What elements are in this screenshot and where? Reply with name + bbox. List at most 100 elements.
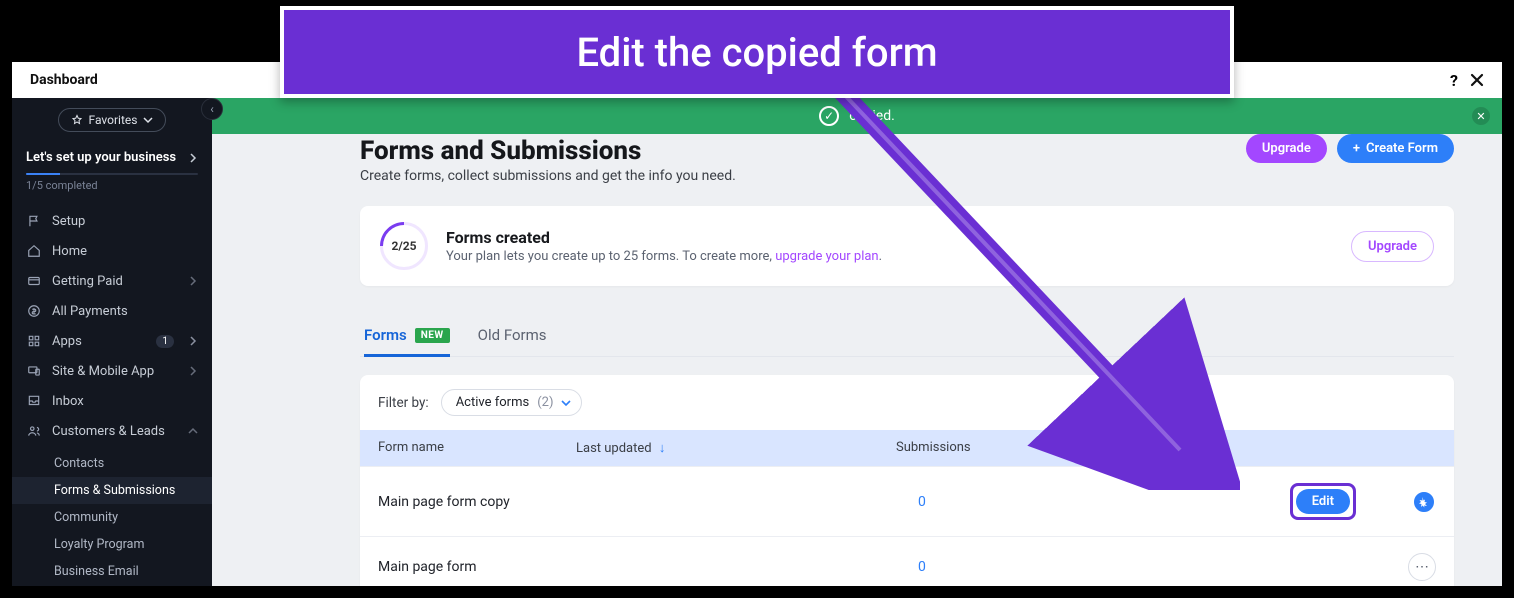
chevron-down-icon: [561, 398, 571, 408]
page-subtitle: Create forms, collect submissions and ge…: [360, 168, 736, 184]
sub-community[interactable]: Community: [12, 504, 212, 531]
setup-banner-title: Let's set up your business: [26, 150, 176, 165]
filter-value: Active forms: [456, 395, 529, 410]
chevron-right-icon: [188, 366, 198, 376]
success-toast: ✓ copied. ✕: [212, 98, 1502, 134]
topbar-title: Dashboard: [30, 72, 98, 88]
nav-label: Customers & Leads: [52, 424, 165, 439]
filter-count: (2): [537, 395, 553, 410]
check-icon: ✓: [819, 106, 839, 126]
chevron-up-icon: [188, 426, 198, 436]
dollar-icon: [26, 303, 42, 319]
sub-loyalty[interactable]: Loyalty Program: [12, 531, 212, 558]
quota-ratio: 2/25: [391, 239, 416, 253]
row-form-name: Main page form: [378, 559, 598, 575]
sub-contacts[interactable]: Contacts: [12, 450, 212, 477]
upgrade-plan-link[interactable]: upgrade your plan: [775, 249, 878, 264]
nav-inbox[interactable]: Inbox: [12, 386, 212, 416]
table-row[interactable]: Main page form copy0Edit: [360, 466, 1454, 536]
content: ✓ copied. ✕ Forms and Submissions Create…: [212, 98, 1502, 586]
quota-sub-prefix: Your plan lets you create up to 25 forms…: [446, 249, 775, 264]
edit-button-highlight: Edit: [1290, 483, 1356, 520]
nav-home[interactable]: Home: [12, 236, 212, 266]
col-last-updated[interactable]: Last updated ↓: [576, 440, 896, 456]
users-icon: [26, 423, 42, 439]
nav-customers-submenu: Contacts Forms & Submissions Community L…: [12, 450, 212, 585]
tab-old-forms-label: Old Forms: [478, 326, 547, 344]
sub-business-email[interactable]: Business Email: [12, 558, 212, 585]
chevron-right-icon: [188, 153, 198, 163]
table-row[interactable]: Main page form 0 ⋯: [360, 536, 1454, 586]
chevron-right-icon: [188, 336, 198, 346]
nav-list: Setup Home Getting Paid All Payments: [12, 202, 212, 450]
app-frame: Dashboard ? ‹ Favorites Let's set up you…: [12, 62, 1502, 586]
star-icon: [71, 114, 83, 126]
create-form-label: Create Form: [1366, 141, 1438, 156]
help-icon[interactable]: ?: [1450, 71, 1458, 90]
annotation-banner: Edit the copied form: [280, 6, 1234, 98]
row-more-cell: [1356, 490, 1436, 514]
nav-all-payments[interactable]: All Payments: [12, 296, 212, 326]
row-submissions[interactable]: 0: [918, 559, 1196, 575]
filter-label: Filter by:: [378, 395, 429, 411]
devices-icon: [26, 363, 42, 379]
chevron-right-icon: [188, 276, 198, 286]
upgrade-button[interactable]: Upgrade: [1246, 134, 1327, 163]
table-header: Form name Last updated ↓ Submissions: [360, 430, 1454, 466]
tab-forms-label: Forms: [364, 326, 407, 344]
col-submissions[interactable]: Submissions: [896, 440, 1196, 456]
edit-button[interactable]: Edit: [1296, 489, 1350, 514]
nav-site-mobile[interactable]: Site & Mobile App: [12, 356, 212, 386]
quota-subtitle: Your plan lets you create up to 25 forms…: [446, 249, 882, 264]
home-icon: [26, 243, 42, 259]
nav-label: All Payments: [52, 304, 128, 319]
inbox-icon: [26, 393, 42, 409]
nav-customers-leads[interactable]: Customers & Leads: [12, 416, 212, 446]
page-title: Forms and Submissions: [360, 136, 736, 166]
new-badge: NEW: [415, 328, 450, 343]
toast-close-button[interactable]: ✕: [1472, 107, 1490, 125]
filter-select[interactable]: Active forms (2): [441, 389, 583, 416]
setup-progress-text: 1/5 completed: [12, 179, 212, 202]
nav-label: Inbox: [52, 394, 84, 409]
quota-upgrade-button[interactable]: Upgrade: [1351, 231, 1434, 262]
tabs: Forms NEW Old Forms: [360, 316, 1454, 357]
nav-getting-paid[interactable]: Getting Paid: [12, 266, 212, 296]
nav-label: Home: [52, 244, 87, 259]
nav-apps[interactable]: Apps 1: [12, 326, 212, 356]
close-icon[interactable]: [1470, 73, 1484, 87]
create-form-button[interactable]: + Create Form: [1337, 134, 1454, 163]
tab-forms[interactable]: Forms NEW: [364, 316, 450, 357]
apps-icon: [26, 333, 42, 349]
row-more-cell: ⋯: [1356, 553, 1436, 581]
toast-text: copied.: [849, 108, 895, 124]
sub-forms-submissions[interactable]: Forms & Submissions: [12, 477, 212, 504]
quota-card: 2/25 Forms created Your plan lets you cr…: [360, 206, 1454, 286]
quota-title: Forms created: [446, 228, 882, 247]
col-form-name[interactable]: Form name: [378, 440, 576, 456]
col-last-updated-label: Last updated: [576, 441, 652, 456]
card-icon: [26, 273, 42, 289]
nav-label: Apps: [52, 334, 82, 349]
setup-progress-bar: [26, 173, 198, 175]
setup-banner[interactable]: Let's set up your business: [12, 140, 212, 169]
cursor-indicator: [1412, 490, 1436, 514]
tab-old-forms[interactable]: Old Forms: [478, 316, 547, 357]
plus-icon: +: [1353, 141, 1360, 156]
filter-row: Filter by: Active forms (2): [360, 375, 1454, 430]
nav-setup[interactable]: Setup: [12, 206, 212, 236]
sidebar-collapse-button[interactable]: ‹: [201, 98, 223, 120]
forms-table: Filter by: Active forms (2) Form name La…: [360, 375, 1454, 586]
row-submissions[interactable]: 0: [918, 494, 1196, 510]
more-button[interactable]: ⋯: [1408, 553, 1436, 581]
row-actions: Edit: [1196, 483, 1356, 520]
quota-sub-suffix: .: [879, 249, 882, 264]
sort-down-icon: ↓: [659, 441, 666, 456]
annotation-text: Edit the copied form: [576, 29, 937, 76]
favorites-label: Favorites: [89, 113, 138, 127]
nav-label: Site & Mobile App: [52, 364, 154, 379]
quota-ring: 2/25: [380, 222, 428, 270]
sidebar: ‹ Favorites Let's set up your business 1…: [12, 98, 212, 586]
nav-label: Getting Paid: [52, 274, 123, 289]
favorites-button[interactable]: Favorites: [58, 108, 167, 132]
